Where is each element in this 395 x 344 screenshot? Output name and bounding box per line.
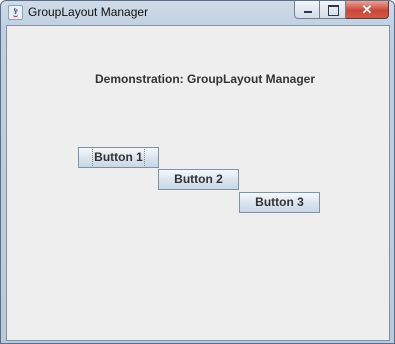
button-3-label: Button 3	[255, 195, 304, 209]
title-bar[interactable]: GroupLayout Manager ✕	[1, 1, 394, 23]
button-1[interactable]: Button 1	[78, 147, 159, 168]
button-2[interactable]: Button 2	[158, 169, 239, 190]
minimize-button[interactable]	[294, 1, 320, 19]
button-3[interactable]: Button 3	[239, 192, 320, 213]
maximize-button[interactable]	[320, 1, 346, 19]
close-icon: ✕	[361, 2, 373, 17]
java-app-icon[interactable]	[8, 5, 23, 20]
demo-heading: Demonstration: GroupLayout Manager	[94, 72, 315, 86]
close-button[interactable]: ✕	[346, 1, 389, 19]
window-title: GroupLayout Manager	[28, 5, 149, 19]
button-1-label: Button 1	[92, 147, 145, 168]
caption-buttons: ✕	[294, 1, 389, 19]
app-window: GroupLayout Manager ✕ Demonstration: Gro…	[0, 0, 395, 344]
maximize-icon	[320, 1, 345, 18]
button-2-label: Button 2	[174, 172, 223, 186]
content-panel: Demonstration: GroupLayout Manager Butto…	[6, 25, 390, 341]
minimize-icon	[295, 1, 319, 18]
